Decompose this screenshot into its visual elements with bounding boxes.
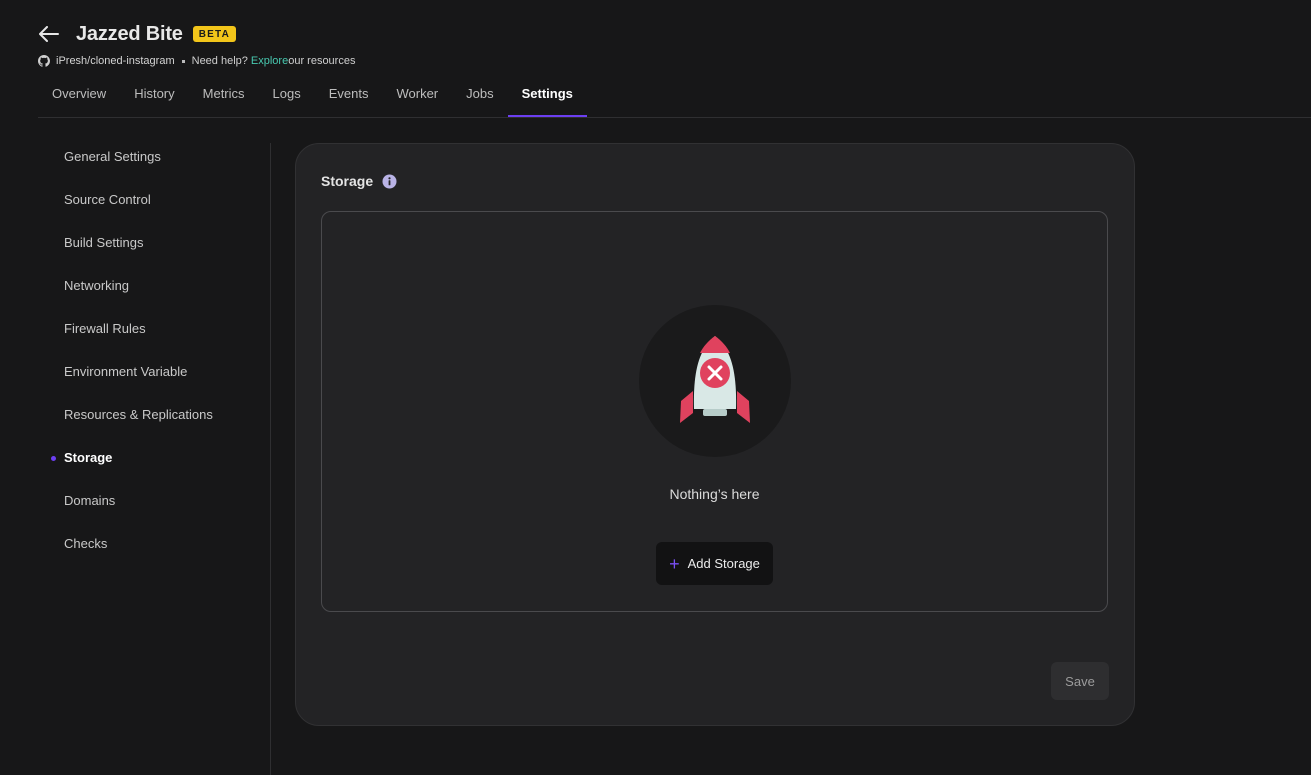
sidebar-item-environment-variable[interactable]: Environment Variable — [50, 364, 270, 407]
tab-overview[interactable]: Overview — [38, 76, 120, 117]
sidebar-item-checks[interactable]: Checks — [50, 536, 270, 579]
sidebar-item-build-settings[interactable]: Build Settings — [50, 235, 270, 278]
tab-divider — [38, 117, 1311, 118]
sidebar-item-networking[interactable]: Networking — [50, 278, 270, 321]
info-icon[interactable] — [382, 174, 397, 189]
settings-sidebar: General Settings Source Control Build Se… — [50, 149, 270, 579]
empty-state: Nothing’s here + Add Storage — [321, 211, 1108, 612]
tab-history[interactable]: History — [120, 76, 188, 117]
sidebar-item-storage[interactable]: Storage — [50, 450, 270, 493]
repo-row: iPresh/cloned-instagram Need help? Explo… — [38, 55, 355, 67]
sidebar-item-domains[interactable]: Domains — [50, 493, 270, 536]
tab-metrics[interactable]: Metrics — [189, 76, 259, 117]
page-header: Jazzed Bite BETA — [38, 22, 237, 46]
sidebar-item-resources-replications[interactable]: Resources & Replications — [50, 407, 270, 450]
sidebar-item-general-settings[interactable]: General Settings — [50, 149, 270, 192]
tab-jobs[interactable]: Jobs — [452, 76, 507, 117]
tab-events[interactable]: Events — [315, 76, 383, 117]
explore-link[interactable]: Explore — [251, 55, 288, 67]
plus-icon: + — [669, 553, 680, 574]
help-suffix: our resources — [288, 55, 356, 67]
save-button[interactable]: Save — [1051, 662, 1109, 700]
beta-badge: BETA — [192, 26, 237, 42]
tab-bar: Overview History Metrics Logs Events Wor… — [38, 76, 588, 118]
rocket-error-icon — [639, 305, 791, 457]
repo-link[interactable]: iPresh/cloned-instagram — [56, 55, 175, 67]
sidebar-item-source-control[interactable]: Source Control — [50, 192, 270, 235]
add-storage-button[interactable]: + Add Storage — [656, 542, 773, 585]
sidebar-divider — [270, 143, 271, 775]
add-storage-label: Add Storage — [687, 556, 760, 571]
empty-state-text: Nothing’s here — [669, 486, 760, 502]
github-icon — [38, 55, 50, 67]
tab-settings[interactable]: Settings — [507, 76, 588, 117]
storage-panel: Storage Nothing’s here + Add Storage Sav… — [295, 143, 1135, 726]
sidebar-item-firewall-rules[interactable]: Firewall Rules — [50, 321, 270, 364]
tab-logs[interactable]: Logs — [259, 76, 315, 117]
separator-dot — [181, 59, 185, 63]
app-title: Jazzed Bite — [76, 22, 183, 45]
panel-title: Storage — [321, 173, 374, 189]
back-arrow-icon[interactable] — [38, 23, 60, 45]
tab-worker[interactable]: Worker — [382, 76, 452, 117]
help-prefix: Need help? — [191, 55, 248, 67]
